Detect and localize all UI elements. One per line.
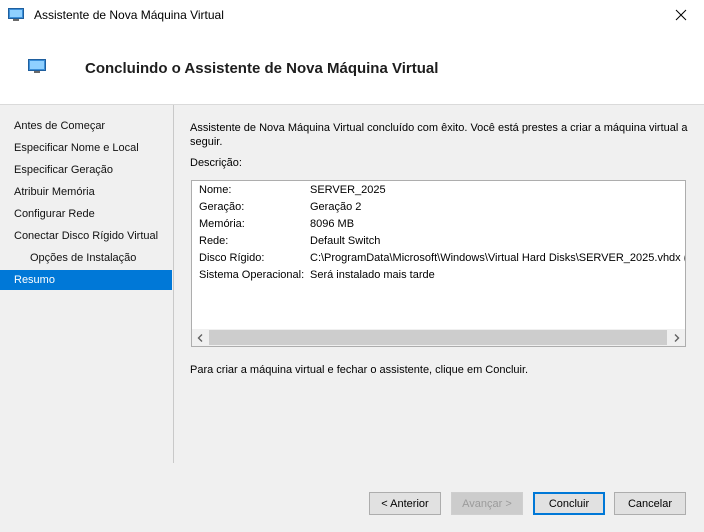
- close-button[interactable]: [658, 0, 704, 30]
- hyperv-vm-icon: [8, 8, 24, 21]
- intro-text: Assistente de Nova Máquina Virtual concl…: [190, 122, 688, 148]
- scroll-left-button[interactable]: [192, 329, 209, 346]
- horizontal-scrollbar[interactable]: [192, 329, 685, 346]
- summary-key: Memória:: [199, 218, 245, 230]
- sidebar-item-configurar-rede[interactable]: Configurar Rede: [0, 204, 172, 224]
- summary-key: Rede:: [199, 235, 229, 247]
- wizard-steps-sidebar: Antes de Começar Especificar Nome e Loca…: [0, 105, 174, 463]
- summary-key: Nome:: [199, 184, 232, 196]
- cancel-button[interactable]: Cancelar: [614, 492, 686, 515]
- hyperv-vm-icon: [28, 59, 46, 73]
- description-label: Descrição:: [190, 157, 242, 169]
- sidebar-item-especificar-nome-local[interactable]: Especificar Nome e Local: [0, 138, 172, 158]
- close-icon: [675, 9, 687, 21]
- summary-value: Default Switch: [310, 235, 381, 247]
- summary-box: Nome: SERVER_2025 Geração: Geração 2 Mem…: [191, 180, 686, 347]
- scroll-right-button[interactable]: [668, 329, 685, 346]
- summary-value: SERVER_2025: [310, 184, 386, 196]
- summary-value: Será instalado mais tarde: [310, 269, 435, 281]
- sidebar-item-atribuir-memoria[interactable]: Atribuir Memória: [0, 182, 172, 202]
- sidebar-item-resumo[interactable]: Resumo: [0, 270, 172, 290]
- sidebar-item-especificar-geracao[interactable]: Especificar Geração: [0, 160, 172, 180]
- finish-button[interactable]: Concluir: [533, 492, 605, 515]
- wizard-header: Concluindo o Assistente de Nova Máquina …: [0, 30, 704, 105]
- summary-key: Geração:: [199, 201, 245, 213]
- sidebar-item-antes-de-comecar[interactable]: Antes de Começar: [0, 116, 172, 136]
- summary-key: Disco Rígido:: [199, 252, 265, 264]
- finish-instruction-text: Para criar a máquina virtual e fechar o …: [190, 364, 529, 376]
- page-title: Concluindo o Assistente de Nova Máquina …: [85, 60, 439, 77]
- sidebar-item-conectar-disco[interactable]: Conectar Disco Rígido Virtual: [0, 226, 172, 246]
- previous-button[interactable]: < Anterior: [369, 492, 441, 515]
- chevron-left-icon: [197, 333, 203, 342]
- chevron-right-icon: [674, 333, 680, 342]
- summary-value: Geração 2: [310, 201, 362, 213]
- title-bar: Assistente de Nova Máquina Virtual: [0, 0, 704, 30]
- sidebar-item-opcoes-instalacao[interactable]: Opções de Instalação: [0, 248, 172, 268]
- scrollbar-thumb[interactable]: [209, 330, 667, 345]
- summary-key: Sistema Operacional:: [199, 269, 305, 281]
- summary-value: C:\ProgramData\Microsoft\Windows\Virtual…: [310, 252, 686, 264]
- summary-value: 8096 MB: [310, 218, 355, 230]
- next-button: Avançar >: [451, 492, 523, 515]
- window-title: Assistente de Nova Máquina Virtual: [34, 8, 224, 22]
